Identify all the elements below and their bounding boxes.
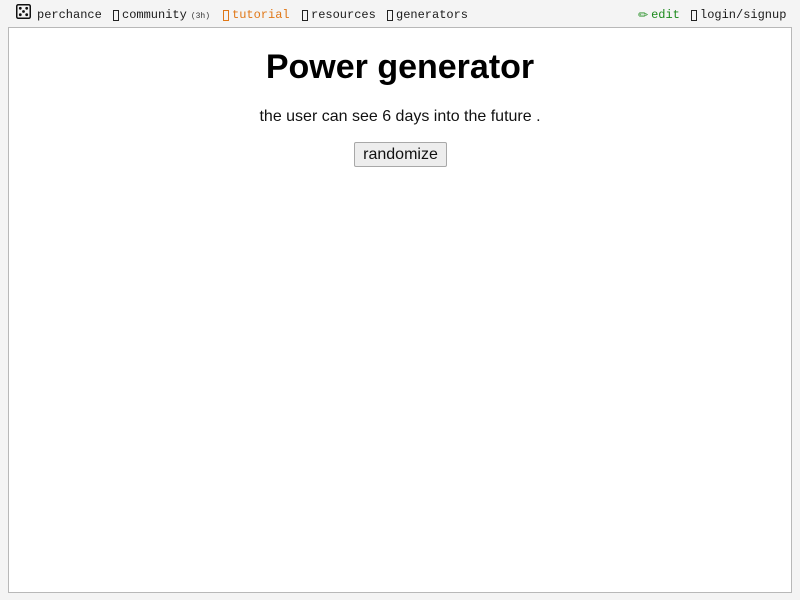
nav-perchance-label: perchance bbox=[37, 8, 102, 22]
pencil-icon: ✏ bbox=[638, 8, 649, 22]
nav-community-label: community bbox=[122, 8, 187, 22]
tutorial-icon bbox=[223, 10, 229, 21]
nav-community-link[interactable]: community (3h) bbox=[113, 7, 210, 23]
nav-resources-label: resources bbox=[311, 8, 376, 22]
nav-edit-label: edit bbox=[651, 8, 680, 22]
resources-icon bbox=[302, 10, 308, 21]
nav-generators-link[interactable]: generators bbox=[387, 7, 468, 23]
nav-generators-label: generators bbox=[396, 8, 469, 22]
nav-login-link[interactable]: login/signup bbox=[691, 7, 786, 23]
community-activity-badge: (3h) bbox=[190, 11, 211, 21]
randomize-button[interactable]: randomize bbox=[354, 142, 447, 167]
generator-output: the user can see 6 days into the future … bbox=[259, 108, 541, 125]
nav-perchance-link[interactable]: perchance bbox=[37, 7, 102, 23]
page-title: Power generator bbox=[265, 48, 535, 86]
user-icon bbox=[691, 10, 697, 21]
nav-resources-link[interactable]: resources bbox=[302, 7, 376, 23]
dice-icon[interactable] bbox=[16, 4, 31, 19]
nav-tutorial-label: tutorial bbox=[232, 8, 290, 22]
nav-edit-link[interactable]: ✏ edit bbox=[638, 7, 680, 23]
community-icon bbox=[113, 10, 119, 21]
generator-panel: Power generator the user can see 6 days … bbox=[8, 27, 792, 593]
generators-icon bbox=[387, 10, 393, 21]
nav-login-label: login/signup bbox=[700, 8, 787, 22]
top-nav-bar: perchance community (3h) tutorial resour… bbox=[0, 0, 800, 28]
nav-tutorial-link[interactable]: tutorial bbox=[223, 7, 290, 23]
